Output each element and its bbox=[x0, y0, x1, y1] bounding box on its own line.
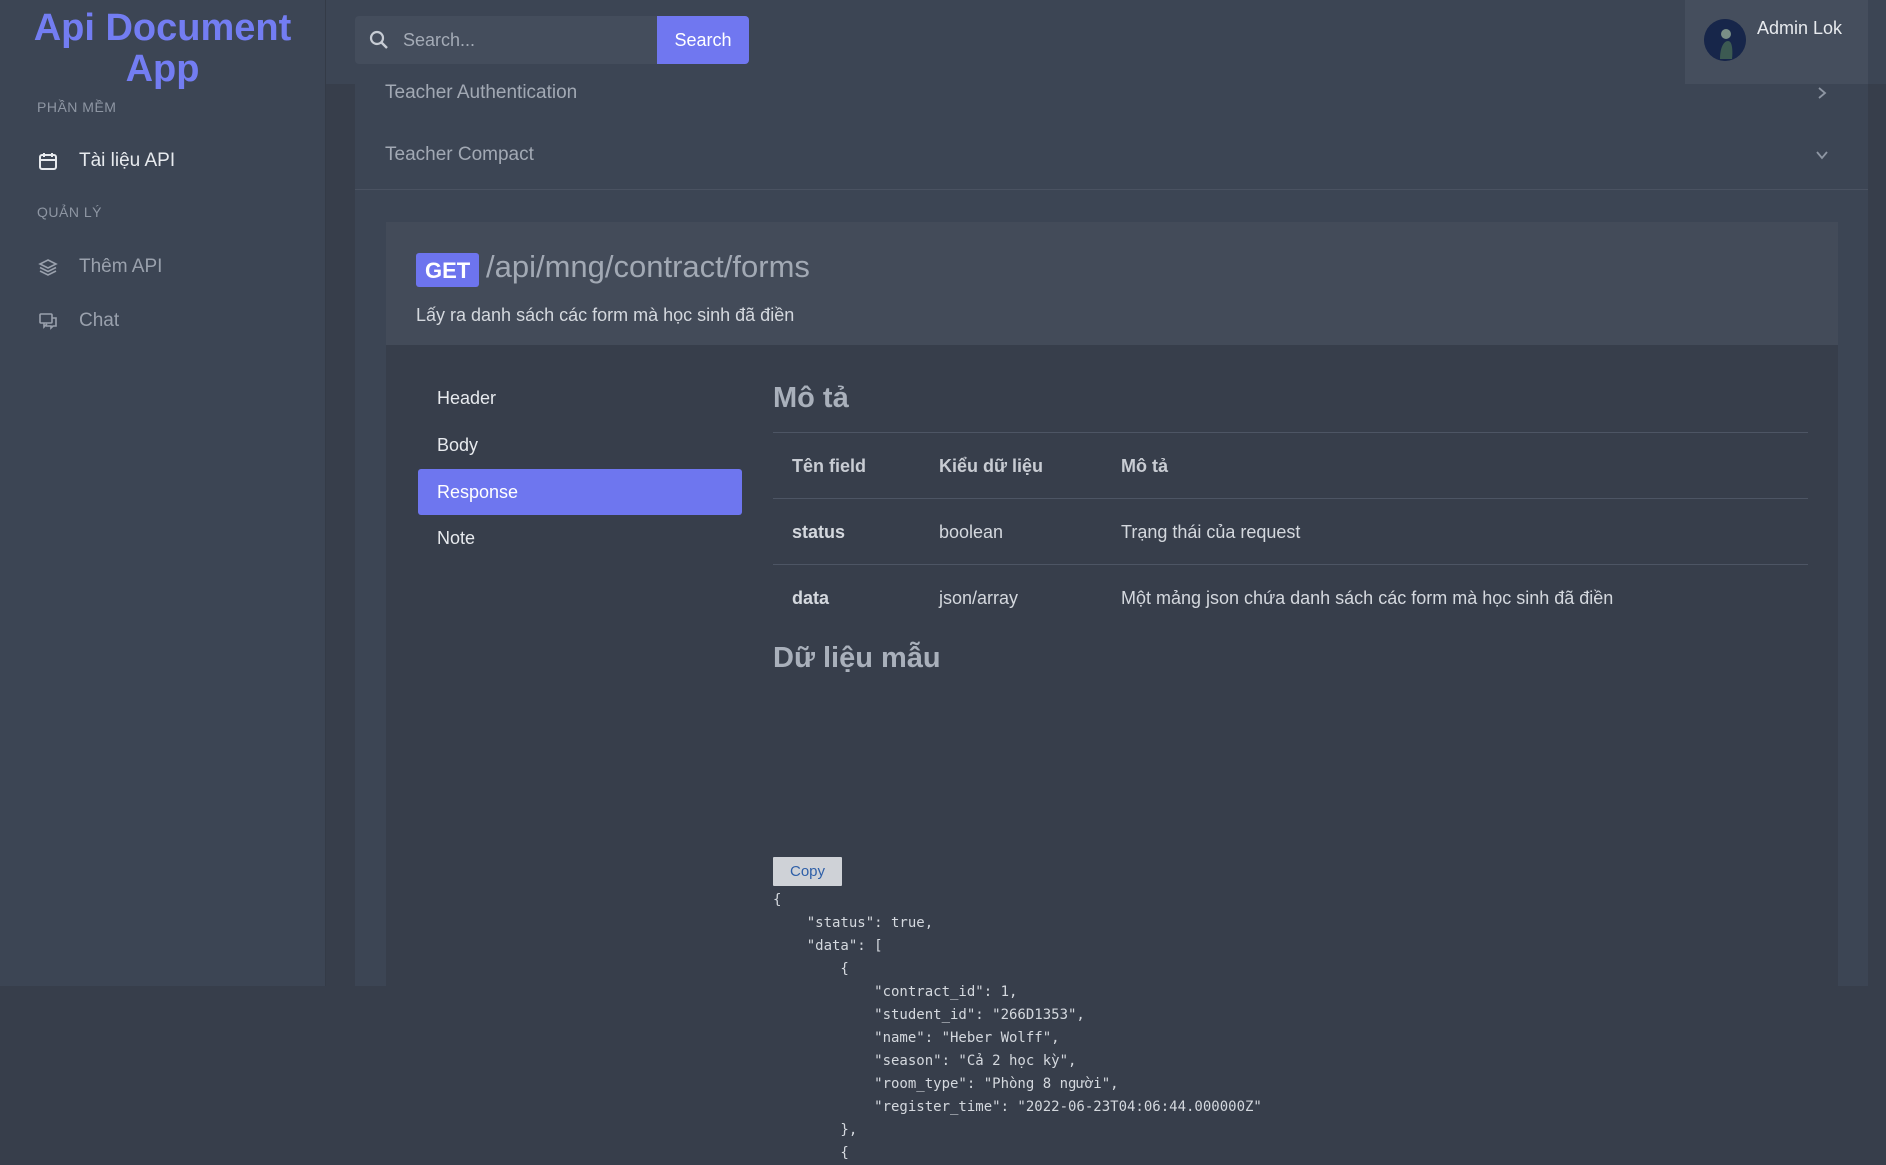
tab-label: Response bbox=[437, 481, 519, 502]
accordion-label: Teacher Compact bbox=[385, 144, 534, 165]
sidebar-item-label: Tài liệu API bbox=[79, 150, 176, 171]
table-cell-description: Một mảng json chứa danh sách các form mà… bbox=[1121, 588, 1614, 608]
layers-icon bbox=[37, 256, 59, 278]
table-cell-field: data bbox=[792, 588, 830, 608]
sidebar-item-label: Thêm API bbox=[79, 256, 163, 277]
chevron-right-icon bbox=[1814, 85, 1830, 101]
search-icon bbox=[367, 28, 391, 52]
table-header-description: Mô tả bbox=[1121, 456, 1168, 476]
sidebar-item-chat[interactable]: Chat bbox=[37, 304, 119, 338]
table-cell-type: json/array bbox=[939, 588, 1019, 608]
sidebar-item-label: Chat bbox=[79, 310, 120, 331]
search-input[interactable] bbox=[401, 28, 645, 52]
sidebar-section-software: PHẦN MỀM bbox=[37, 99, 117, 115]
sidebar-section-manage: QUẢN LÝ bbox=[37, 204, 102, 220]
method-badge: GET bbox=[416, 253, 480, 287]
endpoint-path: /api/mng/contract/forms bbox=[486, 249, 810, 284]
table-header-field: Tên field bbox=[792, 456, 867, 476]
table-cell-field: status bbox=[792, 522, 846, 542]
tab-label: Note bbox=[437, 527, 476, 548]
divider bbox=[773, 498, 1808, 499]
endpoint-header[interactable]: GET /api/mng/contract/forms Lấy ra danh … bbox=[386, 222, 1838, 345]
user-name: Admin Lok bbox=[1757, 18, 1843, 38]
accordion-item-teacher-authentication[interactable]: Teacher Authentication bbox=[355, 62, 1868, 124]
divider bbox=[773, 432, 1808, 433]
tab-response[interactable]: Response bbox=[418, 469, 742, 515]
accordion-label: Teacher Authentication bbox=[385, 82, 578, 103]
sample-code-block: { "status": true, "data": [ { "contract_… bbox=[773, 892, 1262, 1161]
search-button[interactable]: Search bbox=[657, 16, 749, 64]
tab-header[interactable]: Header bbox=[418, 375, 742, 421]
tab-body[interactable]: Body bbox=[418, 422, 742, 468]
avatar bbox=[1704, 19, 1746, 61]
tab-label: Header bbox=[437, 387, 497, 408]
divider bbox=[355, 189, 1868, 190]
search-box bbox=[355, 16, 657, 64]
chevron-down-icon bbox=[1814, 147, 1830, 163]
sample-title: Dữ liệu mẫu bbox=[773, 642, 941, 674]
sidebar-item-api-docs[interactable]: Tài liệu API bbox=[37, 144, 175, 178]
tab-note[interactable]: Note bbox=[418, 515, 742, 561]
description-title: Mô tả bbox=[773, 382, 849, 414]
endpoint-card: GET /api/mng/contract/forms Lấy ra danh … bbox=[386, 222, 1838, 1161]
endpoint-description: Lấy ra danh sách các form mà học sinh đã… bbox=[416, 305, 795, 325]
divider bbox=[773, 564, 1808, 565]
table-cell-description: Trạng thái của request bbox=[1121, 522, 1301, 542]
copy-button[interactable]: Copy bbox=[773, 857, 842, 886]
table-header-type: Kiểu dữ liệu bbox=[939, 456, 1044, 476]
tab-label: Body bbox=[437, 434, 479, 455]
table-cell-type: boolean bbox=[939, 522, 1004, 542]
chat-icon bbox=[37, 310, 59, 332]
sidebar: Api Document App PHẦN MỀM Tài liệu API QU… bbox=[0, 0, 326, 986]
brand-title[interactable]: Api Document App bbox=[0, 8, 325, 90]
sidebar-item-add-api[interactable]: Thêm API bbox=[37, 250, 162, 284]
calendar-icon bbox=[37, 150, 59, 172]
accordion-item-teacher-compact[interactable]: Teacher Compact bbox=[355, 124, 1868, 186]
